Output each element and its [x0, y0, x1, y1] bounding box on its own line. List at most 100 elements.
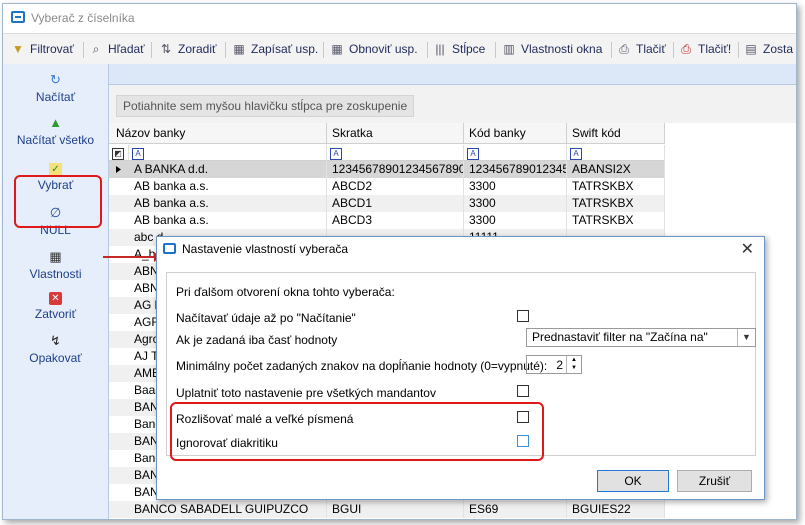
toolbar-print-button[interactable]: ⎙ Tlačiť: [617, 40, 666, 58]
columns-icon: |||: [435, 42, 445, 56]
column-header-swift[interactable]: Swift kód: [567, 123, 665, 144]
sidebar-item-repeat[interactable]: ↯ Opakovať: [3, 333, 108, 365]
table-cell: ABCD2: [327, 178, 464, 195]
properties-highlight: [14, 175, 102, 228]
column-header-bank-code[interactable]: Kód banky: [464, 123, 567, 144]
option-all-mandants-label: Uplatniť toto nastavenie pre všetkých ma…: [176, 386, 436, 400]
properties-dialog: Nastavenie vlastností vyberača ✕ Pri ďal…: [156, 236, 765, 500]
table-row[interactable]: BANCO SABADELL GUIPUZCO BGUI ES69 BGUIES22: [109, 501, 665, 518]
properties-icon: ▦: [49, 249, 62, 264]
option-partial-label: Ak je zadaná iba časť hodnoty: [176, 333, 338, 347]
print-now-icon: ⎙: [681, 42, 691, 56]
dialog-title: Nastavenie vlastností vyberača: [182, 242, 349, 256]
filter-icon: ▼: [12, 42, 24, 56]
dialog-title-bar: Nastavenie vlastností vyberača ✕: [157, 237, 764, 261]
table-cell: BANCO SABADELL GUIPUZCO: [129, 501, 327, 518]
filter-text-icon: A: [570, 148, 582, 160]
toolbar-report-button[interactable]: ▤ Zosta: [744, 40, 793, 58]
option-load-after-label: Načítavať údaje až po "Načítanie": [176, 311, 356, 325]
option-load-after-checkbox[interactable]: [517, 310, 529, 322]
table-cell: AB banka a.s.: [129, 195, 327, 212]
restore-layout-icon: ▦: [331, 42, 343, 56]
table-cell: TATRSKBX: [567, 195, 665, 212]
table-cell: ABCD1: [327, 195, 464, 212]
toolbar-restore-layout-button[interactable]: ▦ Obnoviť usp.: [330, 40, 417, 58]
partial-filter-select[interactable]: Prednastaviť filter na "Začína na" ▼: [526, 328, 756, 347]
save-layout-icon: ▦: [233, 42, 245, 56]
callout-arrow: [103, 252, 161, 262]
print-icon: ⎙: [619, 42, 629, 56]
table-cell: 12345678901234567890: [327, 161, 464, 178]
window-title: Vyberač z číselníka: [31, 11, 135, 25]
dialog-close-icon[interactable]: ✕: [741, 239, 754, 259]
filter-cell-bank-code[interactable]: A: [464, 145, 567, 161]
table-cell: ABCD3: [327, 212, 464, 229]
filter-row-selector[interactable]: ◩: [109, 145, 129, 161]
filter-text-icon: A: [132, 148, 144, 160]
min-chars-value: 2: [556, 358, 563, 372]
repeat-icon: ↯: [50, 333, 61, 348]
stepper-arrows-icon[interactable]: ▲ ▼: [566, 356, 581, 373]
table-row[interactable]: A BANKA d.d. 12345678901234567890 12345678…: [109, 161, 665, 178]
dialog-app-icon: [163, 243, 176, 254]
toolbar-filter-button[interactable]: ▼ Filtrovať: [11, 40, 74, 58]
ok-button[interactable]: OK: [597, 470, 669, 492]
load-icon: ↻: [50, 72, 61, 87]
table-cell: 3300: [464, 178, 567, 195]
toolbar-save-layout-button[interactable]: ▦ Zapísať usp.: [232, 40, 318, 58]
table-cell: ES69: [464, 501, 567, 518]
sort-icon: ⇅: [160, 42, 172, 56]
column-header-bank-name[interactable]: Názov banky: [109, 123, 327, 144]
dialog-intro: Pri ďalšom otvorení okna tohto vyberača:: [176, 285, 395, 299]
toolbar-columns-button[interactable]: ||| Stĺpce: [433, 40, 485, 58]
table-cell: TATRSKBX: [567, 212, 665, 229]
table-row[interactable]: AB banka a.s. ABCD3 3300 TATRSKBX: [109, 212, 665, 229]
table-cell: AB banka a.s.: [129, 178, 327, 195]
sidebar: ↻ Načítať ▲ Načítať všetko ✓ Vybrať ∅ NU…: [3, 64, 109, 519]
app-icon: [11, 11, 25, 23]
table-cell: TATRSKBX: [567, 178, 665, 195]
table-cell: 3300: [464, 212, 567, 229]
title-bar: Vyberač z číselníka: [3, 4, 796, 32]
sidebar-item-properties[interactable]: ▦ Vlastnosti: [3, 249, 108, 281]
window-properties-icon: ▥: [503, 42, 515, 56]
filter-cell-bank-name[interactable]: A: [129, 145, 327, 161]
cancel-button[interactable]: Zrušiť: [677, 470, 752, 492]
table-cell: ABANSI2X: [567, 161, 665, 178]
toolbar-sort-button[interactable]: ⇅ Zoradiť: [159, 40, 217, 58]
filter-text-icon: A: [467, 148, 479, 160]
group-by-hint: Potiahnite sem myšou hlavičku stĺpca pre…: [116, 95, 415, 117]
table-cell: 3300: [464, 195, 567, 212]
table-cell: A BANKA d.d.: [129, 161, 327, 178]
table-cell: 123456789012345: [464, 161, 567, 178]
option-all-mandants-checkbox[interactable]: [517, 385, 529, 397]
options-highlight: [170, 402, 544, 461]
min-chars-stepper[interactable]: 2 ▲ ▼: [526, 355, 582, 374]
toolbar-search-button[interactable]: ⌕ Hľadať: [89, 40, 145, 58]
table-cell: BGUI: [327, 501, 464, 518]
sidebar-item-close[interactable]: ✕ Zatvoriť: [3, 292, 108, 321]
filter-cell-swift[interactable]: A: [567, 145, 665, 161]
search-icon: ⌕: [92, 42, 100, 56]
filter-cell-short-name[interactable]: A: [327, 145, 464, 161]
partial-filter-value: Prednastaviť filter na "Začína na": [532, 330, 708, 344]
report-icon: ▤: [745, 42, 757, 56]
column-header-short-name[interactable]: Skratka: [327, 123, 464, 144]
current-row-indicator-icon: [109, 161, 129, 178]
toolbar: ▼ Filtrovať ⌕ Hľadať ⇅ Zoradiť ▦ Zapísať usp…: [3, 33, 796, 65]
filter-editor-icon: ◩: [112, 148, 124, 160]
table-row[interactable]: AB banka a.s. ABCD2 3300 TATRSKBX: [109, 178, 665, 195]
sidebar-item-load[interactable]: ↻ Načítať: [3, 72, 108, 104]
toolbar-window-properties-button[interactable]: ▥ Vlastnosti okna: [502, 40, 602, 58]
grid-top-band: [109, 64, 796, 85]
load-all-icon: ▲: [49, 115, 62, 130]
toolbar-print-now-button[interactable]: ⎙ Tlačiť!: [679, 40, 731, 58]
close-icon: ✕: [49, 292, 62, 305]
table-cell: BGUIES22: [567, 501, 665, 518]
group-by-panel[interactable]: Potiahnite sem myšou hlavičku stĺpca pre…: [109, 85, 796, 123]
sidebar-item-load-all[interactable]: ▲ Načítať všetko: [3, 115, 108, 147]
option-min-chars-label: Minimálny počet zadaných znakov na dopĺň…: [176, 359, 548, 373]
chevron-down-icon: ▼: [737, 329, 755, 346]
filter-text-icon: A: [330, 148, 342, 160]
table-row[interactable]: AB banka a.s. ABCD1 3300 TATRSKBX: [109, 195, 665, 212]
